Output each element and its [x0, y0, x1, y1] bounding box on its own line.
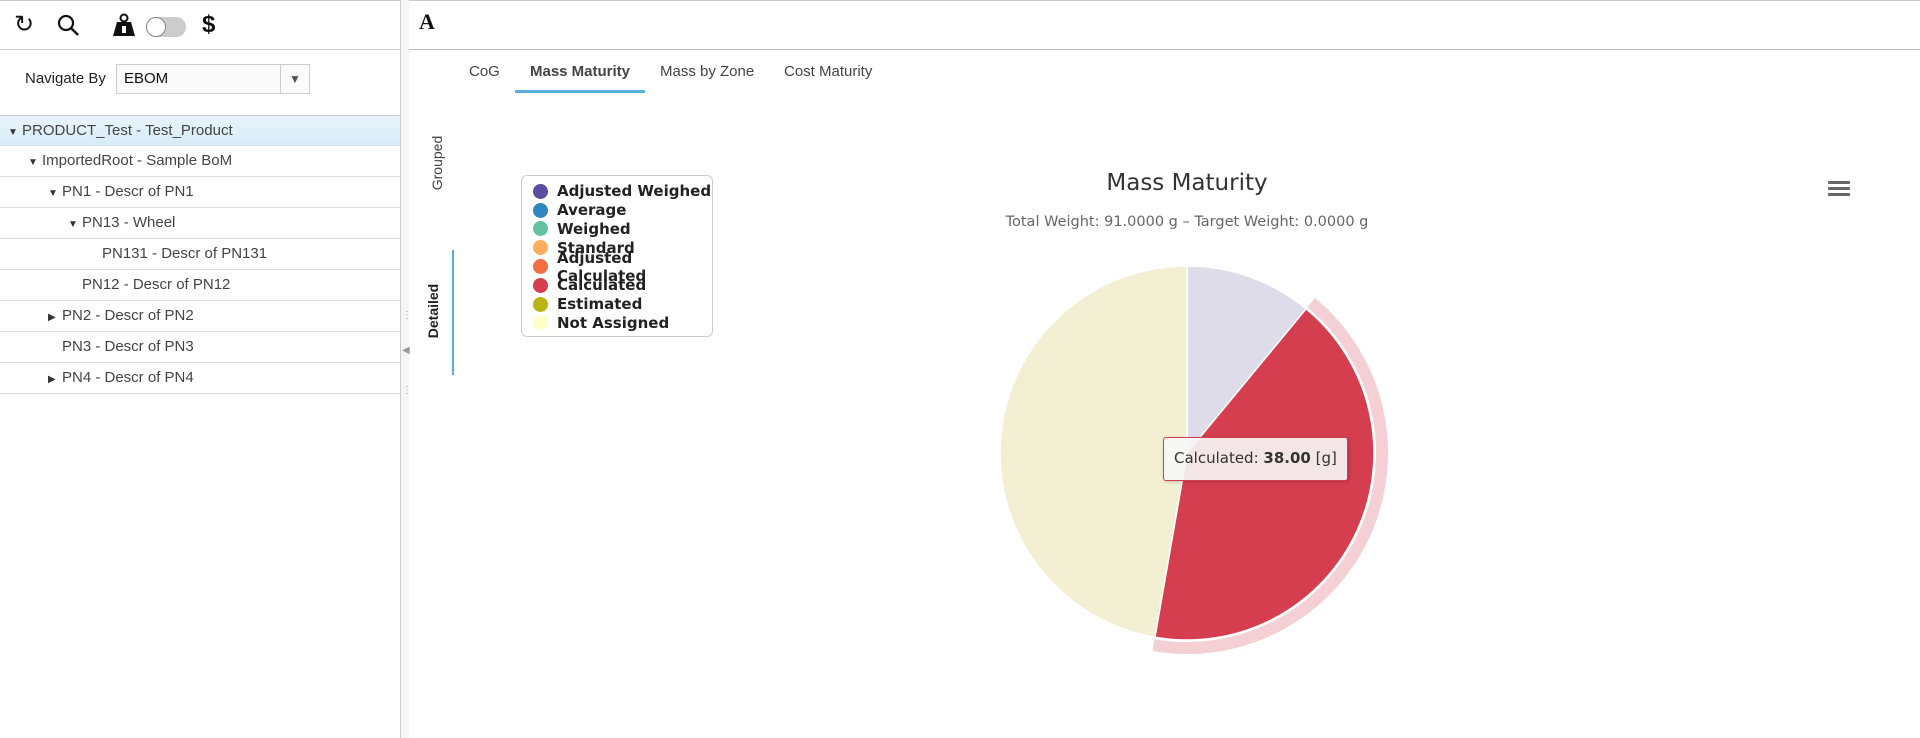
chart-tooltip: Calculated: 38.00 [g] — [1163, 437, 1348, 481]
tooltip-unit: [g] — [1310, 449, 1337, 467]
tooltip-label: Calculated: — [1174, 449, 1264, 467]
pie-slice-not-assigned[interactable] — [999, 265, 1188, 639]
tooltip-value: 38.00 — [1263, 449, 1311, 467]
pie-chart — [999, 265, 1388, 654]
